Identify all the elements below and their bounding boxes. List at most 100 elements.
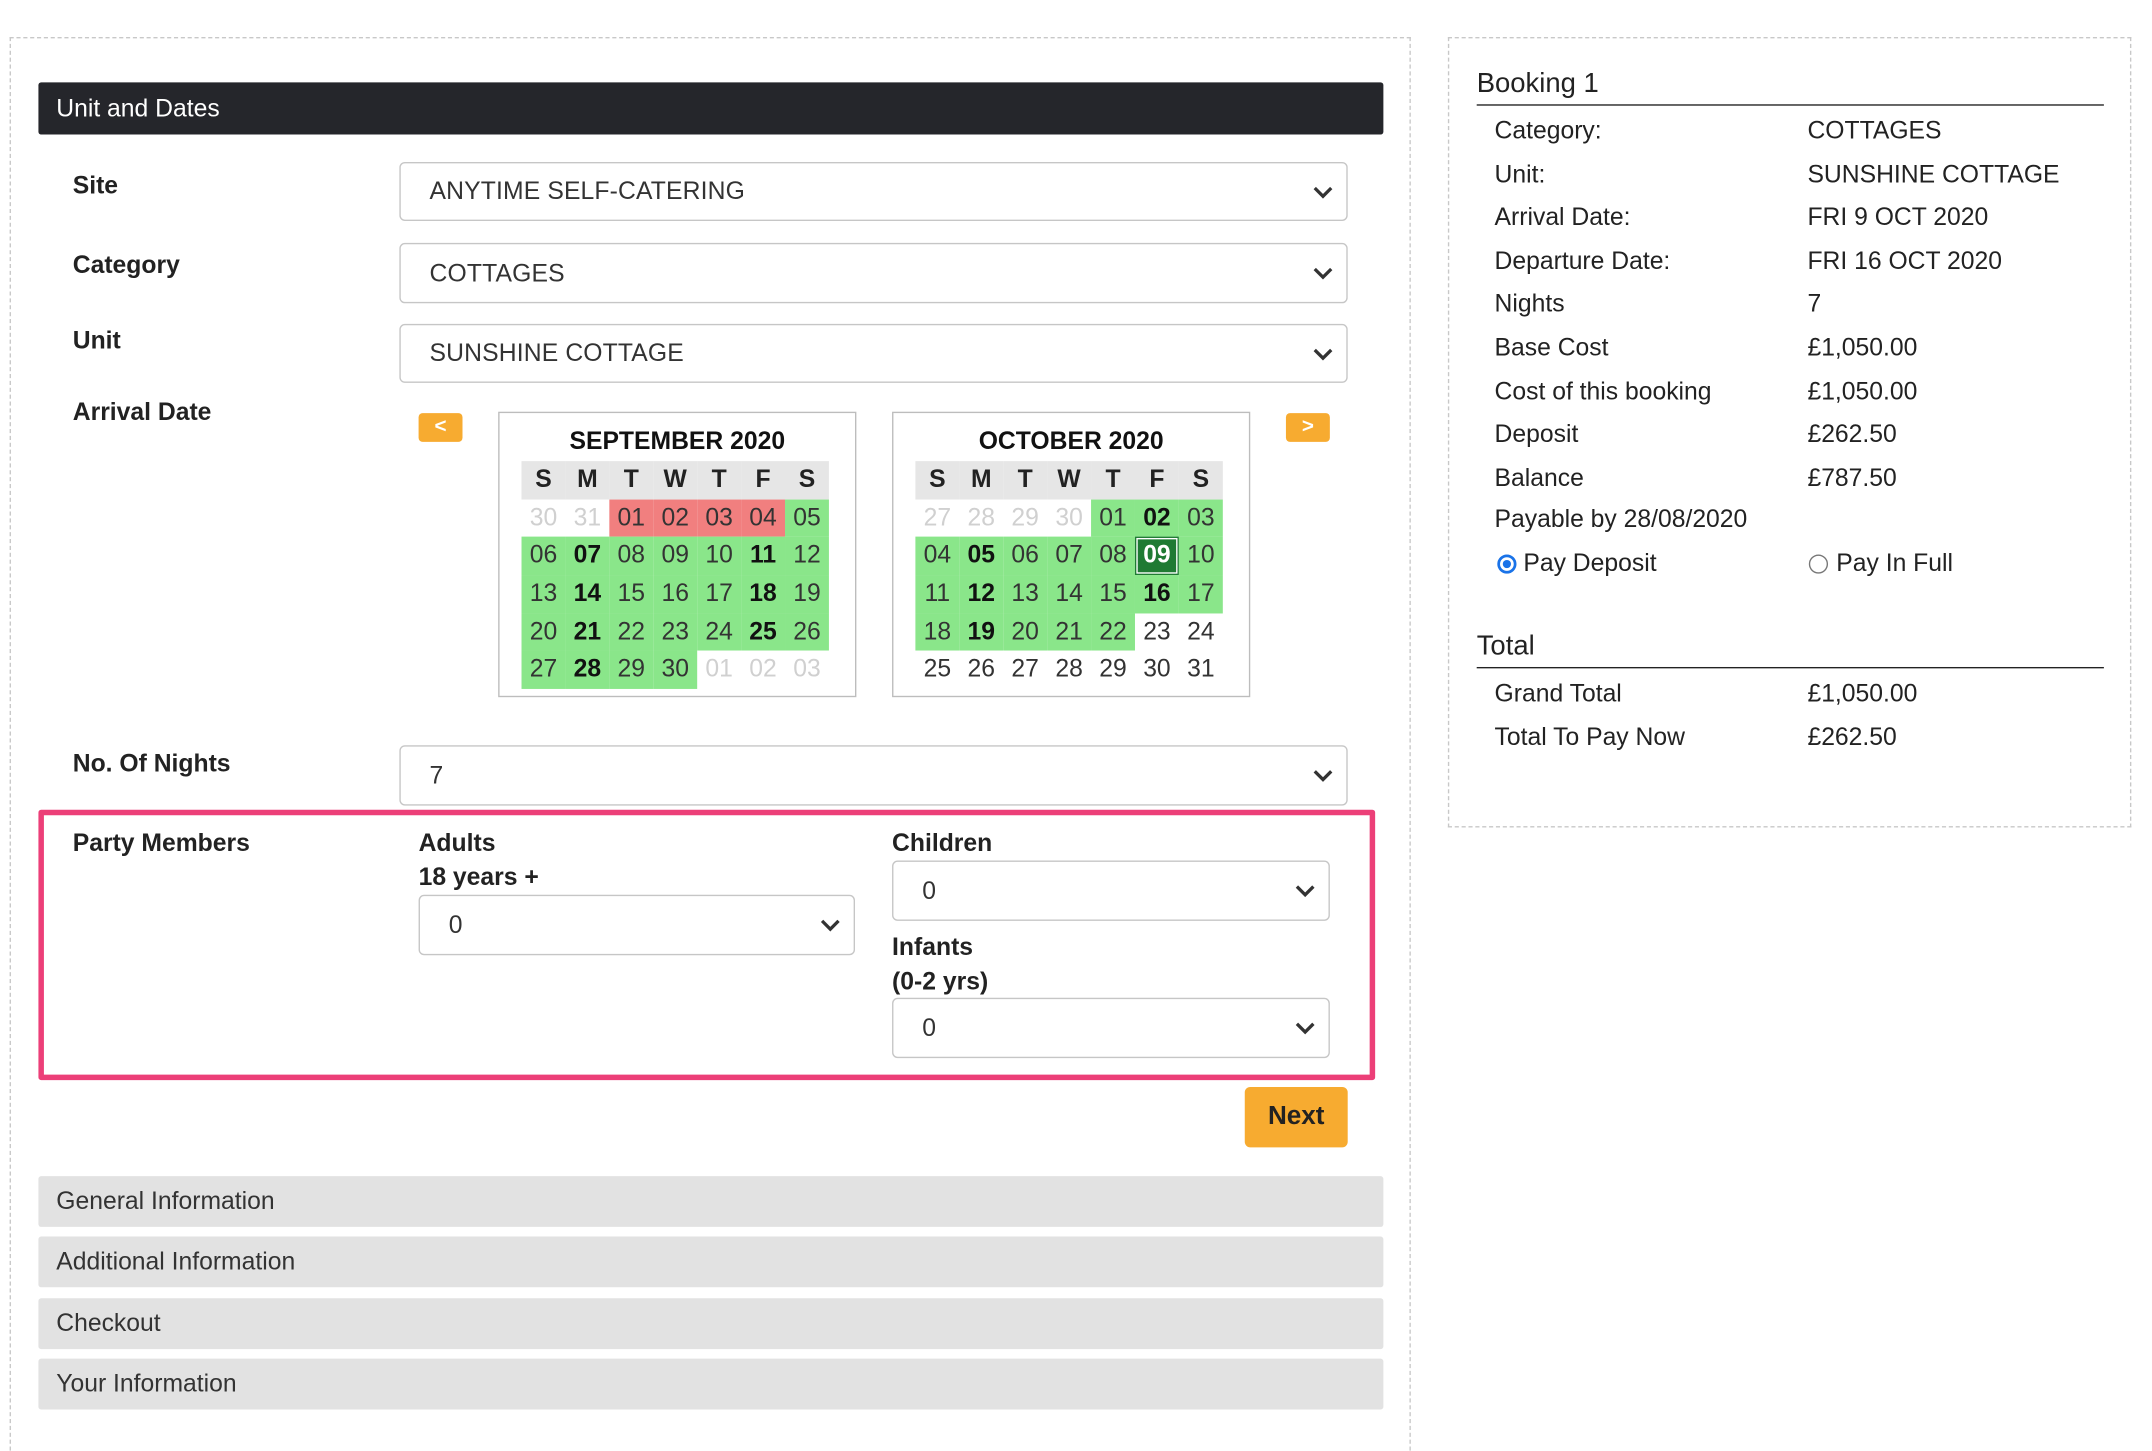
total-title: Total xyxy=(1476,631,2104,669)
site-select[interactable]: ANYTIME SELF-CATERING xyxy=(399,161,1348,221)
summary-row-value: £1,050.00 xyxy=(1807,333,1918,361)
calendar-day[interactable]: 07 xyxy=(1047,537,1092,576)
category-select[interactable]: COTTAGES xyxy=(399,242,1348,304)
calendar-day[interactable]: 09 xyxy=(653,537,698,576)
prev-month-button[interactable]: < xyxy=(418,413,463,442)
grand-total-value: £1,050.00 xyxy=(1807,679,1918,707)
children-select-value: 0 xyxy=(922,876,937,904)
section-your-information[interactable]: Your Information xyxy=(38,1358,1384,1410)
calendar-day-selected[interactable]: 09 xyxy=(1134,537,1179,576)
calendar-day[interactable]: 23 xyxy=(653,613,698,652)
calendar-day: 29 xyxy=(1011,503,1039,531)
next-month-button[interactable]: > xyxy=(1285,413,1330,442)
calendar-day[interactable]: 14 xyxy=(1047,575,1092,614)
calendar-day[interactable]: 30 xyxy=(653,651,698,690)
calendar-day[interactable]: 12 xyxy=(785,537,829,576)
children-select[interactable]: 0 xyxy=(892,860,1330,921)
summary-row-value: 7 xyxy=(1807,290,1822,318)
calendar-day[interactable]: 12 xyxy=(959,575,1004,614)
calendar-day[interactable]: 15 xyxy=(609,575,654,614)
calendar-day[interactable]: 24 xyxy=(697,613,742,652)
payable-by-label: Payable by 28/08/2020 xyxy=(1494,505,1748,533)
nights-select-value: 7 xyxy=(429,760,444,789)
calendar-day[interactable]: 10 xyxy=(1178,537,1223,576)
calendar-day[interactable]: 14 xyxy=(565,575,610,614)
unit-select[interactable]: SUNSHINE COTTAGE xyxy=(399,323,1348,383)
calendar-day[interactable]: 08 xyxy=(609,537,654,576)
calendar-day[interactable]: 05 xyxy=(959,537,1004,576)
calendar-weekday-header: T xyxy=(1003,461,1048,500)
summary-row-value: £1,050.00 xyxy=(1807,376,1918,405)
calendar-day: 27 xyxy=(1011,655,1039,683)
section-title: Additional Information xyxy=(56,1247,296,1275)
calendar-day[interactable]: 07 xyxy=(565,537,610,576)
calendar-day[interactable]: 10 xyxy=(697,537,742,576)
children-label: Children xyxy=(892,828,993,857)
calendar-weekday-header: S xyxy=(915,461,960,500)
calendar-day: 30 xyxy=(1143,655,1171,683)
calendar-day[interactable]: 11 xyxy=(915,575,960,614)
calendar-october: OCTOBER 2020 S M T W T F S 27 28 29 30 01 02 03 04 05 06… xyxy=(892,411,1251,698)
party-members-label: Party Members xyxy=(72,828,250,857)
calendar-day[interactable]: 26 xyxy=(785,613,829,652)
calendar-day[interactable]: 06 xyxy=(521,537,566,576)
calendar-day[interactable]: 18 xyxy=(915,613,960,652)
pay-deposit-radio[interactable] xyxy=(1497,554,1517,574)
section-general-information[interactable]: General Information xyxy=(38,1176,1384,1227)
calendar-day[interactable]: 18 xyxy=(741,575,786,614)
calendar-day[interactable]: 01 xyxy=(1091,499,1135,538)
arrival-date-label: Arrival Date xyxy=(72,397,212,426)
calendar-day[interactable]: 15 xyxy=(1091,575,1135,614)
calendar-day: 30 xyxy=(529,503,558,531)
calendar-title: OCTOBER 2020 xyxy=(978,426,1164,455)
calendar-day[interactable]: 11 xyxy=(741,537,786,576)
calendar-weekday-header: T xyxy=(697,461,742,500)
calendar-day[interactable]: 29 xyxy=(609,651,654,690)
calendar-day[interactable]: 28 xyxy=(565,651,610,690)
calendar-day[interactable]: 16 xyxy=(1134,575,1179,614)
calendar-day[interactable]: 27 xyxy=(521,651,566,690)
calendar-day[interactable]: 13 xyxy=(1003,575,1048,614)
nights-label: No. Of Nights xyxy=(72,749,231,777)
section-checkout[interactable]: Checkout xyxy=(38,1298,1384,1350)
calendar-day[interactable]: 06 xyxy=(1003,537,1048,576)
nights-select[interactable]: 7 xyxy=(399,745,1348,806)
calendar-day[interactable]: 21 xyxy=(1047,613,1092,652)
calendar-day[interactable]: 20 xyxy=(521,613,566,652)
section-additional-information[interactable]: Additional Information xyxy=(38,1236,1384,1288)
summary-row-label: Balance xyxy=(1494,463,1584,492)
summary-row-label: Arrival Date: xyxy=(1494,203,1631,231)
calendar-day[interactable]: 04 xyxy=(915,537,960,576)
calendar-day[interactable]: 02 xyxy=(1134,499,1179,538)
infants-sub-label: (0-2 yrs) xyxy=(892,967,989,995)
chevron-down-icon xyxy=(1313,770,1333,782)
calendar-day: 03 xyxy=(793,655,821,683)
calendar-day[interactable]: 25 xyxy=(741,613,786,652)
summary-row-label: Departure Date: xyxy=(1494,246,1671,275)
calendar-day[interactable]: 22 xyxy=(1091,613,1135,652)
summary-row-value: FRI 9 OCT 2020 xyxy=(1807,203,1989,231)
calendar-day: 28 xyxy=(1055,655,1083,683)
adults-select[interactable]: 0 xyxy=(418,894,856,956)
pay-deposit-label[interactable]: Pay Deposit xyxy=(1523,549,1656,578)
calendar-day[interactable]: 03 xyxy=(1178,499,1223,538)
calendar-day: 26 xyxy=(967,655,996,683)
calendar-day[interactable]: 21 xyxy=(565,613,610,652)
section-header-unit-dates[interactable]: Unit and Dates xyxy=(38,82,1384,135)
calendar-day[interactable]: 19 xyxy=(785,575,829,614)
pay-in-full-label[interactable]: Pay In Full xyxy=(1836,549,1953,578)
infants-select[interactable]: 0 xyxy=(892,997,1330,1059)
calendar-day[interactable]: 17 xyxy=(697,575,742,614)
calendar-day[interactable]: 08 xyxy=(1091,537,1135,576)
calendar-day[interactable]: 22 xyxy=(609,613,654,652)
calendar-day[interactable]: 13 xyxy=(521,575,566,614)
calendar-day[interactable]: 05 xyxy=(785,499,829,538)
pay-in-full-radio[interactable] xyxy=(1808,554,1829,574)
calendar-day[interactable]: 17 xyxy=(1178,575,1223,614)
next-button[interactable]: Next xyxy=(1244,1086,1348,1148)
summary-row-value: FRI 16 OCT 2020 xyxy=(1807,246,2002,275)
calendar-day[interactable]: 19 xyxy=(959,613,1004,652)
calendar-day[interactable]: 16 xyxy=(653,575,698,614)
calendar-day[interactable]: 20 xyxy=(1003,613,1048,652)
summary-row-label: Base Cost xyxy=(1494,333,1609,361)
